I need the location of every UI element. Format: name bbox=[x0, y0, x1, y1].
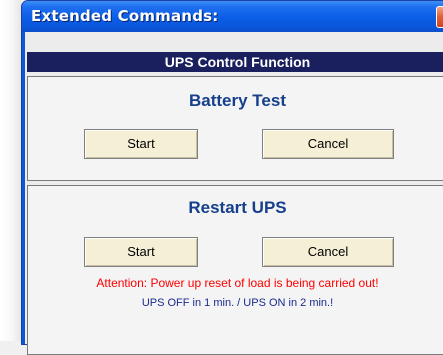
restart-ups-panel: Restart UPS Start Cancel Attention: Powe… bbox=[27, 185, 443, 355]
battery-test-title: Battery Test bbox=[189, 91, 286, 110]
timing-info-message: UPS OFF in 1 min. / UPS ON in 2 min.! bbox=[141, 297, 334, 309]
battery-test-start-button[interactable]: Start bbox=[84, 129, 198, 159]
title-bar[interactable]: Extended Commands: ✕ bbox=[22, 1, 443, 32]
window-title: Extended Commands: bbox=[31, 7, 219, 25]
battery-test-panel: Battery Test Start Cancel bbox=[27, 76, 443, 181]
extended-commands-window: Extended Commands: ✕ UPS Control Functio… bbox=[21, 0, 443, 355]
restart-ups-cancel-button[interactable]: Cancel bbox=[262, 237, 394, 267]
battery-test-cancel-button[interactable]: Cancel bbox=[262, 129, 394, 159]
warning-message: Attention: Power up reset of load is bei… bbox=[96, 276, 379, 290]
page-background-strip bbox=[0, 0, 21, 341]
restart-ups-start-button[interactable]: Start bbox=[84, 237, 198, 267]
close-button[interactable]: ✕ bbox=[436, 6, 443, 28]
restart-ups-title: Restart UPS bbox=[188, 198, 287, 217]
window-client-area: UPS Control Function Battery Test Start … bbox=[25, 32, 443, 355]
section-header: UPS Control Function bbox=[27, 52, 443, 72]
